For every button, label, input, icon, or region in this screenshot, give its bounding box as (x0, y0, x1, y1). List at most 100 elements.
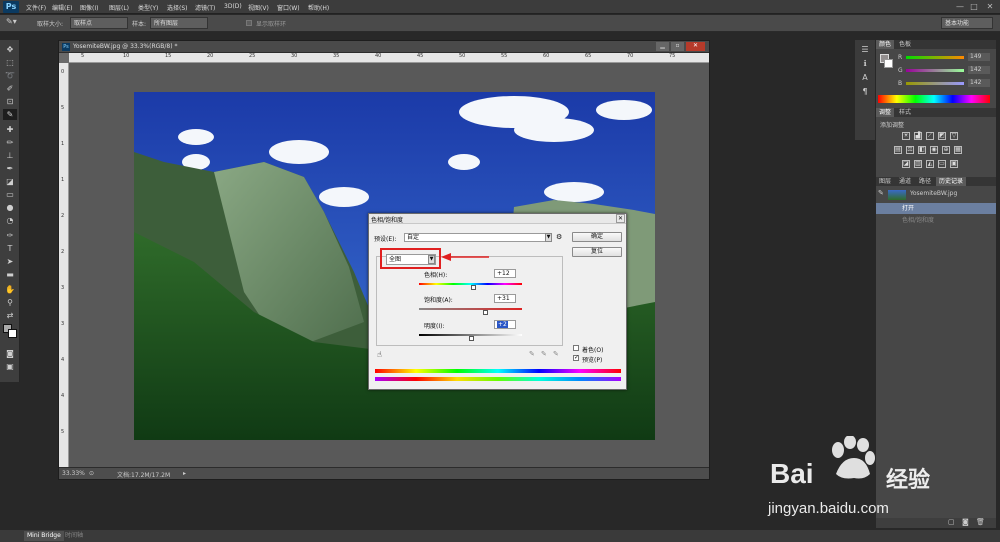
history-snapshot[interactable]: ✎ YosemiteBW.jpg (876, 188, 996, 202)
swap-colors-icon[interactable]: ⇄ (3, 310, 17, 321)
tab-timeline[interactable]: 时间轴 (62, 531, 86, 541)
dialog-close-icon[interactable]: ✕ (616, 214, 625, 223)
levels-icon[interactable]: ▟ (914, 132, 922, 140)
quick-mask-icon[interactable]: ◙ (3, 348, 17, 359)
channel-mixer-icon[interactable]: ⊕ (942, 146, 950, 154)
menu-select[interactable]: 选择(S) (167, 3, 188, 12)
zoom-tool-icon[interactable]: ⚲ (3, 297, 17, 308)
targeted-adjust-hand-icon[interactable]: ☝ (377, 350, 382, 359)
sample-size-select[interactable]: 取样点 (70, 17, 128, 29)
hue-sat-icon[interactable]: ▤ (894, 146, 902, 154)
eyedropper-plus-icon[interactable]: ✎ (541, 350, 547, 358)
tab-history[interactable]: 历史记录 (936, 177, 967, 186)
dodge-tool-icon[interactable]: ◔ (3, 215, 17, 226)
hue-value-field[interactable]: +12 (494, 269, 516, 278)
gradient-map-icon[interactable]: ▭ (938, 160, 946, 168)
threshold-icon[interactable]: ◭ (926, 160, 934, 168)
hand-tool-icon[interactable]: ✋ (3, 284, 17, 295)
eyedropper-icon[interactable]: ✎ (529, 350, 535, 358)
lightness-slider-thumb[interactable] (469, 336, 475, 341)
photo-filter-icon[interactable]: ◉ (930, 146, 938, 154)
tab-layers[interactable]: 图层 (876, 177, 894, 186)
menu-3d[interactable]: 3D(D) (224, 3, 242, 10)
properties-icon[interactable]: ℹ (858, 58, 872, 69)
background-color-swatch[interactable] (8, 329, 17, 338)
maximize-button[interactable]: □ (968, 2, 980, 12)
shape-tool-icon[interactable]: ▬ (3, 269, 17, 280)
dialog-titlebar[interactable]: 色相/饱和度 ✕ (369, 214, 626, 224)
history-brush-tool-icon[interactable]: ✒ (3, 163, 17, 174)
gradient-tool-icon[interactable]: ▭ (3, 189, 17, 200)
colorize-checkbox[interactable] (573, 345, 579, 351)
b-slider[interactable] (906, 82, 964, 85)
history-item-open[interactable]: 打开 (876, 203, 996, 214)
paragraph-icon[interactable]: ¶ (858, 86, 872, 97)
history-icon[interactable]: ☰ (858, 44, 872, 55)
doc-minimize-button[interactable]: ▁ (656, 42, 669, 51)
saturation-slider-track[interactable] (419, 308, 522, 310)
exposure-icon[interactable]: ◩ (938, 132, 946, 140)
color-balance-icon[interactable]: ⚖ (906, 146, 914, 154)
g-slider[interactable] (906, 69, 964, 72)
menu-image[interactable]: 图像(I) (80, 3, 98, 12)
status-info-icon[interactable]: ⊙ (89, 470, 94, 477)
preset-select[interactable]: 自定 (404, 233, 552, 242)
screen-mode-icon[interactable]: ▣ (3, 361, 17, 372)
lightness-value-field[interactable]: +2 (494, 320, 516, 329)
curves-icon[interactable]: ⟋ (926, 132, 934, 140)
brightness-icon[interactable]: ☀ (902, 132, 910, 140)
minimize-button[interactable]: — (954, 2, 966, 12)
zoom-level[interactable]: 33.33% (62, 470, 85, 477)
menu-type[interactable]: 类型(Y) (138, 3, 158, 12)
lasso-tool-icon[interactable]: ➰ (3, 70, 17, 81)
saturation-value-field[interactable]: +31 (494, 294, 516, 303)
ok-button[interactable]: 确定 (572, 232, 622, 242)
stamp-tool-icon[interactable]: ⊥ (3, 150, 17, 161)
doc-restore-button[interactable]: ▫ (671, 42, 684, 51)
menu-filter[interactable]: 滤镜(T) (195, 3, 215, 12)
blur-tool-icon[interactable]: ● (3, 202, 17, 213)
r-value[interactable]: 149 (968, 53, 990, 61)
color-spectrum[interactable] (878, 95, 990, 103)
tab-channels[interactable]: 通道 (896, 177, 914, 186)
close-button[interactable]: ✕ (984, 2, 996, 12)
tab-color[interactable]: 颜色 (876, 40, 895, 49)
status-menu-arrow-icon[interactable]: ▸ (183, 470, 186, 477)
preset-options-gear-icon[interactable]: ⚙ (556, 233, 562, 241)
tab-styles[interactable]: 样式 (896, 108, 914, 117)
doc-close-button[interactable]: ✕ (686, 42, 705, 51)
show-ring-checkbox[interactable] (246, 20, 252, 26)
document-tab[interactable]: Ps YosemiteBW.jpg @ 33.3%(RGB/8) * ▁ ▫ ✕ (59, 41, 709, 53)
tab-mini-bridge[interactable]: Mini Bridge (24, 531, 64, 541)
tab-swatches[interactable]: 色板 (896, 40, 914, 49)
bg-color-chip[interactable] (884, 59, 893, 68)
saturation-slider-thumb[interactable] (483, 310, 489, 315)
b-value[interactable]: 142 (968, 79, 990, 87)
preview-checkbox[interactable]: ✓ (573, 355, 579, 361)
r-slider[interactable] (906, 56, 964, 59)
character-icon[interactable]: A (858, 72, 872, 83)
posterize-icon[interactable]: ▥ (914, 160, 922, 168)
healing-tool-icon[interactable]: ✚ (3, 124, 17, 135)
marquee-tool-icon[interactable]: ⬚ (3, 57, 17, 68)
sample-select[interactable]: 所有图层 (150, 17, 208, 29)
reset-button[interactable]: 复位 (572, 247, 622, 257)
brush-source-icon[interactable]: ✎ (878, 188, 884, 199)
menu-layer[interactable]: 图层(L) (109, 3, 129, 12)
tab-paths[interactable]: 路径 (916, 177, 934, 186)
menu-file[interactable]: 文件(F) (26, 3, 46, 12)
eyedropper-minus-icon[interactable]: ✎ (553, 350, 559, 358)
workspace-select[interactable]: 基本功能 (941, 17, 993, 29)
eyedropper-icon[interactable]: ✎▾ (6, 17, 17, 26)
selective-color-icon[interactable]: ▣ (950, 160, 958, 168)
quick-select-tool-icon[interactable]: ✐ (3, 83, 17, 94)
move-tool-icon[interactable]: ✥ (3, 44, 17, 55)
eraser-tool-icon[interactable]: ◪ (3, 176, 17, 187)
menu-help[interactable]: 帮助(H) (308, 3, 329, 12)
eyedropper-tool-icon[interactable]: ✎ (3, 109, 17, 120)
preset-dropdown-arrow-icon[interactable]: ▼ (545, 233, 552, 242)
tab-adjustments[interactable]: 调整 (876, 108, 895, 117)
menu-window[interactable]: 窗口(W) (277, 3, 300, 12)
type-tool-icon[interactable]: T (3, 243, 17, 254)
brush-tool-icon[interactable]: ✏ (3, 137, 17, 148)
